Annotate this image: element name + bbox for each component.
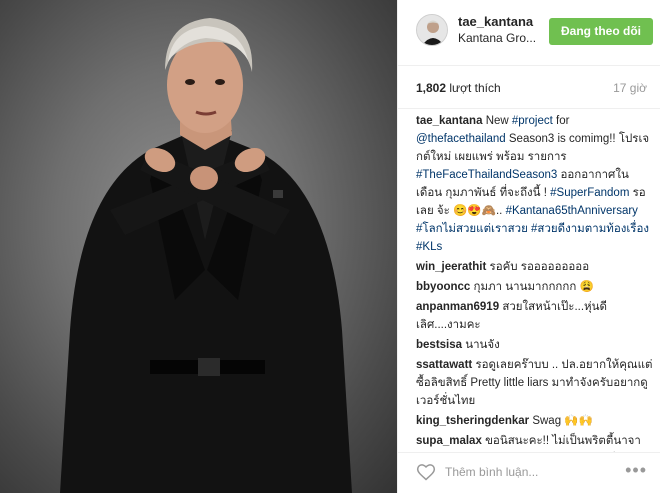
caption-text: New #project for @thefacethailand Season… — [416, 115, 649, 253]
comment-text: รอคับ รอออออออออ — [489, 261, 590, 273]
comment-item: ssattawatt รอดูเลยคร๊าบบ .. ปล.อยากให้คุ… — [416, 356, 656, 410]
comment-text: Swag 🙌🙌 — [532, 415, 593, 427]
comment-username[interactable]: bestsisa — [416, 339, 462, 351]
caption-part: New — [485, 115, 512, 127]
comment-username[interactable]: bbyooncc — [416, 281, 470, 293]
person-illustration — [60, 18, 352, 493]
header-username[interactable]: tae_kantana — [458, 14, 533, 29]
hashtag-link[interactable]: #SuperFandom — [550, 187, 629, 199]
post-header: tae_kantana Kantana Gro... Đang theo dõi — [398, 0, 660, 66]
more-options-icon[interactable]: ••• — [625, 460, 647, 481]
hashtag-link[interactable]: #TheFaceThailandSeason3 — [416, 169, 557, 181]
comments-list[interactable]: tae_kantana New #project for @thefacetha… — [416, 112, 656, 452]
hashtag-link[interactable]: #โลกไม่สวยแต่เราสวย — [416, 223, 528, 235]
mention-link[interactable]: @thefacethailand — [416, 133, 506, 145]
caption-username[interactable]: tae_kantana — [416, 115, 482, 127]
comment-item: supa_malax ขอนิสนะคะ!! ไม่เป็นพริตตี้นาจ… — [416, 432, 656, 452]
comment-item: anpanman6919 สวยใสหน้าเป๊ะ...หุ่นดีเลิศ.… — [416, 298, 656, 334]
post-detail-panel: tae_kantana Kantana Gro... Đang theo dõi… — [397, 0, 660, 493]
add-comment-input[interactable]: Thêm bình luận... — [445, 465, 538, 479]
likes-label: lượt thích — [449, 81, 501, 95]
comment-username[interactable]: ssattawatt — [416, 359, 472, 371]
comment-text: นานจัง — [465, 339, 500, 351]
post-stats: 1,802 lượt thích 17 giờ — [398, 66, 660, 109]
likes-count[interactable]: 1,802 lượt thích — [416, 81, 501, 95]
following-button[interactable]: Đang theo dõi — [549, 18, 653, 45]
comment-username[interactable]: win_jeerathit — [416, 261, 486, 273]
hashtag-link[interactable]: #project — [512, 115, 553, 127]
comment-item: win_jeerathit รอคับ รอออออออออ — [416, 258, 656, 276]
post-photo[interactable] — [0, 0, 397, 493]
hashtag-link[interactable]: #Kantana65thAnniversary — [506, 205, 638, 217]
caption-part: for — [552, 115, 570, 127]
comment-item: bbyooncc กุมภา นานมากกกกก 😩 — [416, 278, 656, 296]
comment-username[interactable]: king_tsheringdenkar — [416, 415, 529, 427]
comment-item: king_tsheringdenkar Swag 🙌🙌 — [416, 412, 656, 430]
comment-username[interactable]: supa_malax — [416, 435, 482, 447]
hashtag-link[interactable]: #KLs — [416, 241, 442, 253]
likes-number: 1,802 — [416, 81, 447, 95]
post-time: 17 giờ — [613, 81, 647, 95]
heart-outline-icon[interactable] — [416, 462, 436, 482]
comment-bar: Thêm bình luận... ••• — [398, 452, 660, 493]
comment-item: bestsisa นานจัง — [416, 336, 656, 354]
comment-text: กุมภา นานมากกกกก 😩 — [473, 281, 594, 293]
avatar[interactable] — [416, 14, 448, 46]
caption: tae_kantana New #project for @thefacetha… — [416, 112, 656, 256]
header-location[interactable]: Kantana Gro... — [458, 31, 538, 45]
comment-username[interactable]: anpanman6919 — [416, 301, 499, 313]
hashtag-link[interactable]: #สวยดีงามตามท้องเรื่อง — [531, 223, 649, 235]
